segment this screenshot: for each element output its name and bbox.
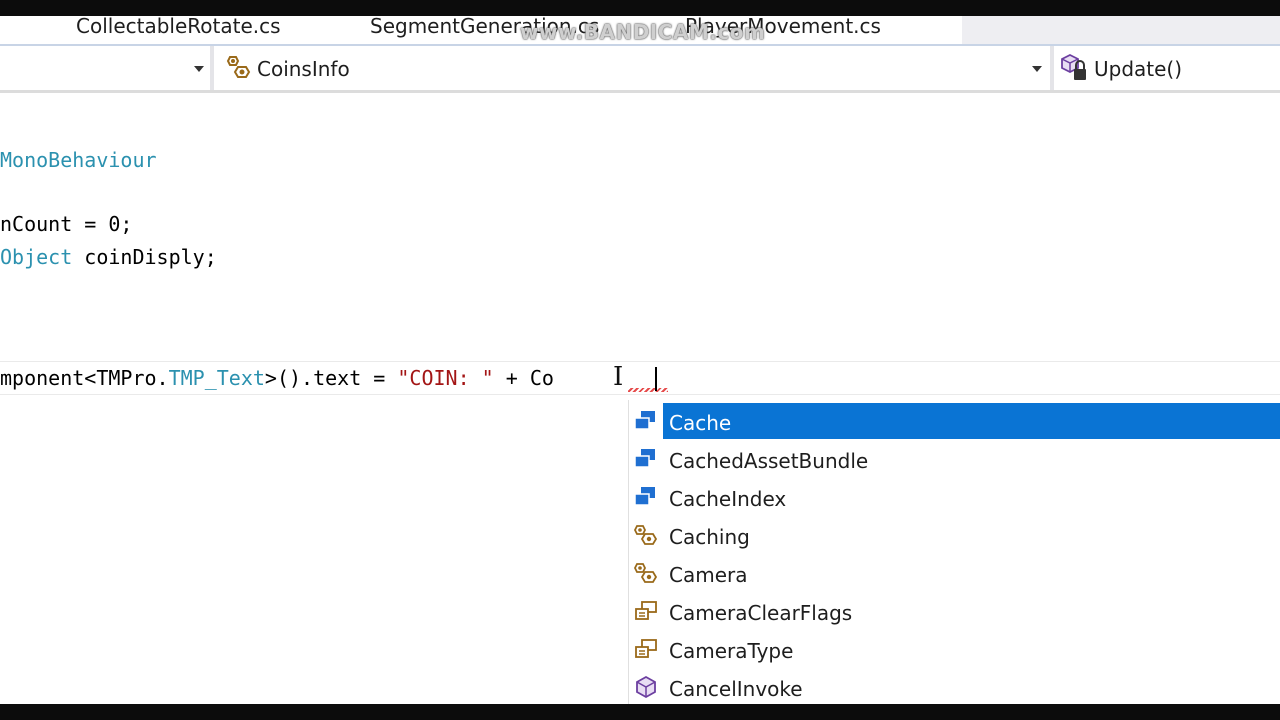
chevron-down-icon bbox=[1032, 66, 1042, 72]
method-icon bbox=[633, 675, 659, 699]
completion-item-label: Caching bbox=[669, 525, 750, 549]
member-dropdown[interactable]: Update() bbox=[1058, 46, 1280, 90]
completion-item-body: CameraType bbox=[663, 631, 1280, 667]
utility-class-icon bbox=[633, 523, 659, 547]
enum-icon bbox=[633, 599, 659, 623]
utility-class-icon bbox=[633, 561, 659, 585]
tab-bar-empty-area bbox=[962, 16, 1280, 44]
error-squiggle bbox=[628, 388, 668, 392]
completion-item-label: CachedAssetBundle bbox=[669, 449, 869, 473]
code-line[interactable]: nCount = 0; bbox=[0, 212, 132, 236]
completion-item[interactable]: CancelInvoke bbox=[629, 668, 1280, 704]
intellisense-completion-list[interactable]: Cache CachedAssetBundle CacheIndex Cachi… bbox=[628, 400, 1280, 704]
text-caret bbox=[655, 367, 657, 391]
class-members-icon bbox=[224, 53, 256, 87]
completion-item-highlight: Cache bbox=[663, 403, 1280, 439]
recording-watermark: www.BANDICAM.com bbox=[520, 20, 766, 44]
completion-item-body: CameraClearFlags bbox=[663, 593, 1280, 629]
typed-text-token: Co bbox=[529, 366, 554, 390]
completion-item-label: CacheIndex bbox=[669, 487, 787, 511]
completion-item[interactable]: Camera bbox=[629, 554, 1280, 592]
code-text-token: >().text = bbox=[264, 366, 398, 390]
completion-item-body: CacheIndex bbox=[663, 479, 1280, 515]
navigation-bar: CoinsInfo Update() bbox=[0, 46, 1280, 93]
completion-item[interactable]: CachedAssetBundle bbox=[629, 440, 1280, 478]
completion-item-label: CameraClearFlags bbox=[669, 601, 853, 625]
completion-item-label: CancelInvoke bbox=[669, 677, 803, 701]
completion-item[interactable]: CacheIndex bbox=[629, 478, 1280, 516]
completion-item[interactable]: CameraType bbox=[629, 630, 1280, 668]
project-dropdown[interactable] bbox=[0, 46, 214, 90]
mouse-ibeam-cursor-icon: I bbox=[613, 362, 624, 392]
code-type-token: Object bbox=[0, 245, 73, 269]
code-type-token: TMP_Text bbox=[168, 366, 265, 390]
video-letterbox-bottom bbox=[0, 704, 1280, 720]
completion-item-body: Camera bbox=[663, 555, 1280, 591]
completion-item-body: CachedAssetBundle bbox=[663, 441, 1280, 477]
type-dropdown[interactable]: CoinsInfo bbox=[218, 46, 1054, 90]
code-line-current[interactable]: mponent<TMPro.TMP_Text>().text = "COIN: … bbox=[0, 366, 554, 390]
type-dropdown-label: CoinsInfo bbox=[257, 57, 350, 81]
code-string-token: "COIN: " bbox=[397, 366, 494, 390]
code-text-token: coinDisply; bbox=[72, 245, 217, 269]
code-text-token: nCount = 0; bbox=[0, 212, 133, 236]
code-text-token: + bbox=[493, 366, 530, 390]
completion-item[interactable]: Cache bbox=[629, 402, 1280, 440]
code-line[interactable]: MonoBehaviour bbox=[0, 148, 157, 172]
code-text-token: mponent<TMPro. bbox=[0, 366, 169, 390]
completion-item-label: Camera bbox=[669, 563, 748, 587]
code-line[interactable]: Object coinDisply; bbox=[0, 245, 217, 269]
completion-item-body: CancelInvoke bbox=[663, 669, 1280, 704]
private-method-icon bbox=[1060, 53, 1094, 87]
completion-item[interactable]: CameraClearFlags bbox=[629, 592, 1280, 630]
class-icon bbox=[633, 447, 659, 471]
class-icon bbox=[633, 485, 659, 509]
completion-item-body: Caching bbox=[663, 517, 1280, 553]
chevron-down-icon bbox=[194, 66, 204, 72]
class-icon bbox=[633, 409, 659, 433]
code-type-token: MonoBehaviour bbox=[0, 148, 157, 172]
completion-item-label: CameraType bbox=[669, 639, 794, 663]
tab-collectable-rotate[interactable]: CollectableRotate.cs bbox=[76, 16, 281, 42]
enum-icon bbox=[633, 637, 659, 661]
completion-item[interactable]: Caching bbox=[629, 516, 1280, 554]
completion-item-label: Cache bbox=[669, 411, 732, 435]
member-dropdown-label: Update() bbox=[1094, 57, 1183, 81]
